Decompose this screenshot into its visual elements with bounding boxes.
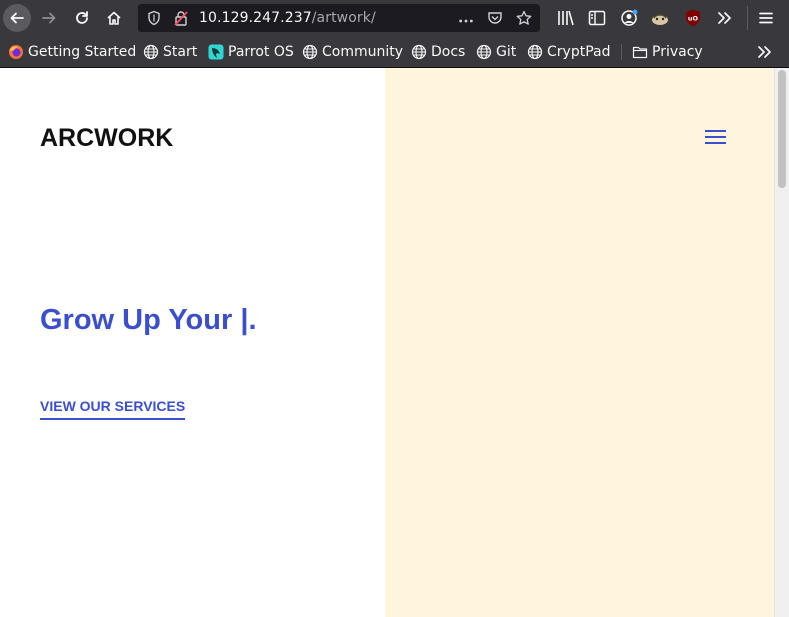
- reload-button[interactable]: [68, 4, 96, 32]
- reload-icon: [76, 11, 88, 24]
- globe-icon: [143, 44, 159, 60]
- bookmark-docs[interactable]: Docs: [411, 42, 465, 62]
- site-logo[interactable]: ARCWORK: [40, 124, 173, 153]
- svg-text:uO: uO: [688, 15, 699, 23]
- parrot-icon: [208, 44, 224, 60]
- menu-bar-line: [705, 142, 726, 144]
- bookmark-folder-privacy[interactable]: Privacy: [632, 42, 703, 62]
- extension-icon[interactable]: [650, 8, 670, 28]
- arrow-left-icon: [10, 12, 24, 24]
- forward-button[interactable]: [35, 4, 63, 32]
- library-icon[interactable]: [556, 8, 576, 28]
- globe-icon: [527, 44, 543, 60]
- ublock-icon[interactable]: uO: [683, 8, 703, 28]
- shield-icon[interactable]: [146, 10, 162, 26]
- overflow-chevron-icon[interactable]: [715, 8, 735, 28]
- back-button[interactable]: [3, 4, 31, 32]
- browser-toolbar: 10.129.247.237/artwork/ uO: [0, 0, 789, 36]
- home-icon: [107, 11, 121, 25]
- insecure-lock-icon[interactable]: [173, 10, 189, 26]
- bookmark-label: Getting Started: [28, 44, 137, 60]
- hero-right-panel: [385, 68, 774, 617]
- bookmark-getting-started[interactable]: Getting Started: [8, 42, 136, 62]
- bookmark-git[interactable]: Git: [476, 42, 516, 62]
- bookmark-parrot-os[interactable]: Parrot OS: [208, 42, 294, 62]
- url-bar[interactable]: 10.129.247.237/artwork/: [138, 4, 540, 32]
- menu-bar-line: [705, 130, 726, 132]
- more-actions-icon[interactable]: [458, 13, 474, 29]
- toolbar-divider: [747, 6, 748, 30]
- firefox-icon: [9, 45, 23, 59]
- page-scrollbar[interactable]: [774, 68, 789, 617]
- folder-icon: [632, 46, 648, 59]
- bookmarks-separator: [621, 44, 622, 60]
- globe-icon: [411, 44, 427, 60]
- star-icon[interactable]: [516, 10, 532, 26]
- pocket-icon[interactable]: [487, 10, 503, 26]
- bookmark-label: Docs: [431, 44, 466, 60]
- menu-bar-line: [705, 136, 726, 138]
- page-viewport: ARCWORK Grow Up Your |. VIEW OUR SERVICE…: [0, 68, 789, 617]
- bookmark-label: Parrot OS: [228, 44, 294, 60]
- globe-icon: [476, 44, 492, 60]
- bookmark-cryptpad[interactable]: CryptPad: [527, 42, 610, 62]
- account-icon[interactable]: [619, 8, 639, 28]
- home-button[interactable]: [100, 4, 128, 32]
- globe-icon: [302, 44, 318, 60]
- hero-title: Grow Up Your |.: [40, 304, 257, 336]
- bookmark-label: CryptPad: [547, 44, 611, 60]
- bookmark-label: Start: [163, 44, 198, 60]
- bookmark-start[interactable]: Start: [143, 42, 197, 62]
- bookmark-label: Git: [496, 44, 517, 60]
- bookmark-label: Privacy: [652, 44, 703, 60]
- url-text[interactable]: 10.129.247.237/artwork/: [199, 10, 376, 26]
- url-path: /artwork/: [311, 10, 376, 26]
- scrollbar-thumb[interactable]: [778, 70, 786, 188]
- sidebar-icon[interactable]: [587, 8, 607, 28]
- bookmarks-bar: Getting Started Start Parrot OS Communit…: [0, 36, 789, 68]
- view-services-link[interactable]: VIEW OUR SERVICES: [40, 398, 186, 420]
- bookmarks-overflow-icon[interactable]: [756, 44, 774, 60]
- bookmark-label: Community: [322, 44, 404, 60]
- arrow-right-icon: [42, 12, 56, 24]
- hamburger-menu-icon[interactable]: [756, 8, 776, 28]
- nav-menu-button[interactable]: [705, 130, 727, 146]
- url-host: 10.129.247.237: [199, 10, 312, 26]
- bookmark-community[interactable]: Community: [302, 42, 403, 62]
